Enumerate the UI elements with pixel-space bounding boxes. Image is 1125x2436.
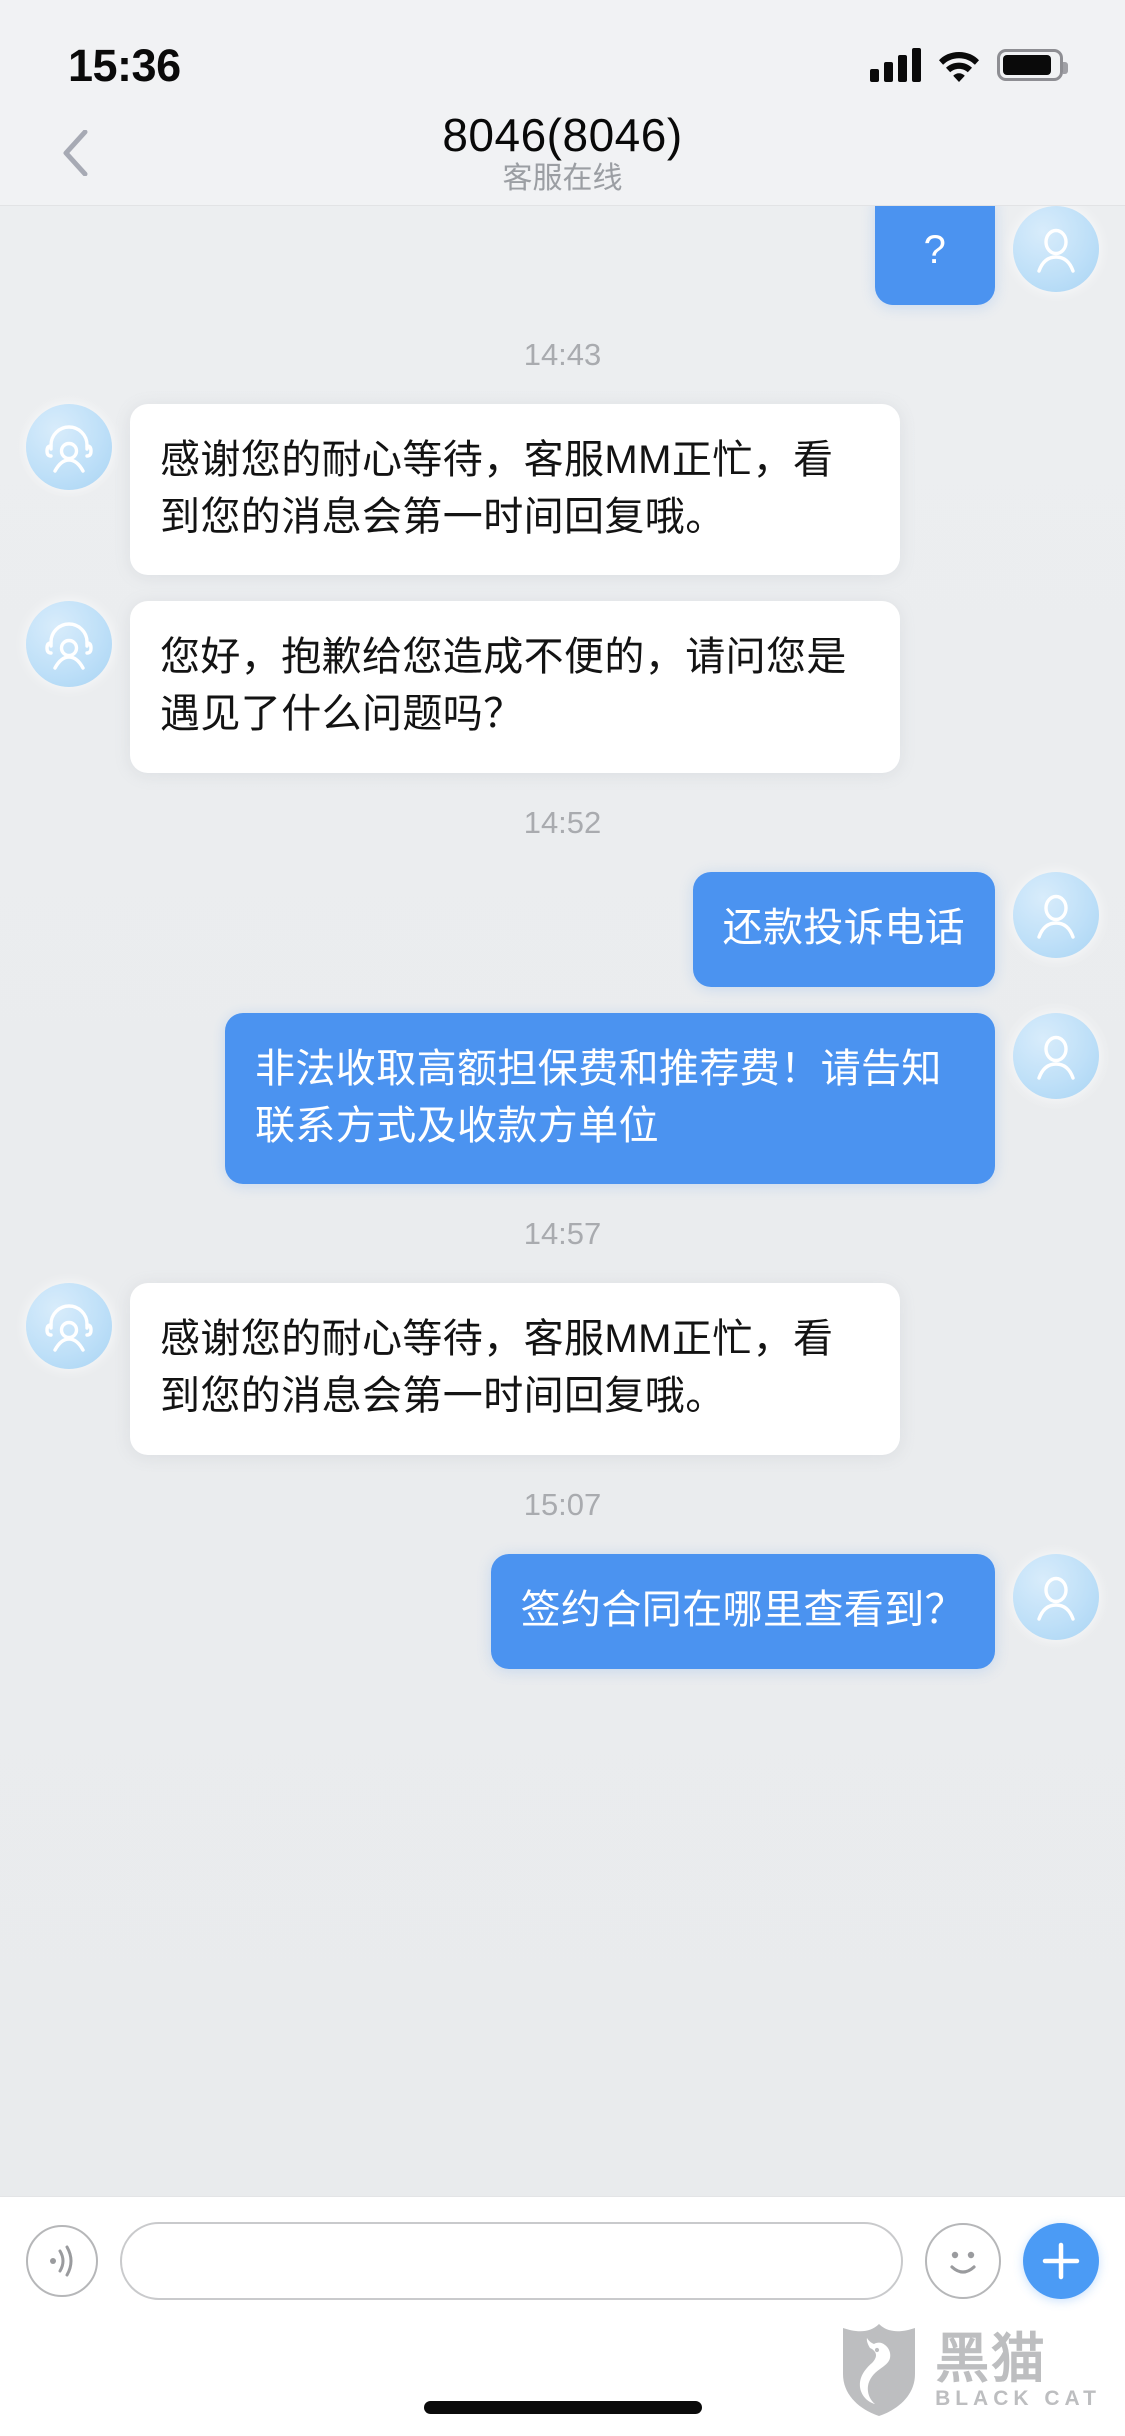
user-message-bubble[interactable]: ? [875, 206, 995, 305]
chat-message-row: 非法收取高额担保费和推荐费！请告知联系方式及收款方单位 [26, 1012, 1099, 1185]
battery-icon [997, 49, 1068, 81]
phone-screen: 15:36 8046(8046) 客服在线 ? 14:43 感谢您的耐心等待，客服M… [0, 0, 1125, 2436]
black-cat-shield-logo [843, 2324, 916, 2416]
agent-message-bubble[interactable]: 您好，抱歉给您造成不便的，请问您是遇见了什么问题吗？ [130, 601, 900, 773]
cellular-signal-icon [870, 48, 921, 82]
message-timestamp: 14:52 [523, 804, 602, 840]
headset-icon [45, 425, 93, 473]
chat-message-list[interactable]: ? 14:43 感谢您的耐心等待，客服MM正忙，看到您的消息会第一时间回复哦。 您好，… [0, 206, 1125, 2196]
user-message-bubble[interactable]: 非法收取高额担保费和推荐费！请告知联系方式及收款方单位 [225, 1012, 995, 1185]
plus-icon [1042, 2242, 1080, 2279]
message-timestamp: 14:57 [523, 1216, 602, 1252]
chat-message-row: 您好，抱歉给您造成不便的，请问您是遇见了什么问题吗？ [26, 601, 1099, 773]
add-attachment-button[interactable] [1023, 2222, 1099, 2299]
voice-wave-icon [50, 2245, 73, 2276]
agent-avatar[interactable] [26, 601, 112, 688]
user-avatar[interactable] [1013, 206, 1099, 292]
person-icon [1037, 228, 1075, 273]
user-avatar[interactable] [1013, 1012, 1099, 1099]
watermark-name-cn: 黑猫 [935, 2328, 1048, 2389]
chevron-left-icon [63, 129, 88, 176]
watermark-text: 黑猫 BLACK CAT [935, 2332, 1101, 2409]
user-message-bubble[interactable]: 签约合同在哪里查看到？ [490, 1553, 995, 1669]
agent-avatar[interactable] [26, 403, 112, 490]
home-indicator-area: 黑猫 BLACK CAT [0, 2324, 1125, 2436]
emoji-button[interactable] [925, 2222, 1001, 2299]
page-title: 8046(8046) [442, 108, 683, 161]
person-icon [1037, 1576, 1075, 1621]
nav-title-group: 8046(8046) 客服在线 [442, 108, 683, 195]
home-indicator[interactable] [423, 2401, 702, 2414]
chat-message-row: ? [26, 206, 1099, 305]
chat-message-row: 还款投诉电话 [26, 871, 1099, 987]
user-avatar[interactable] [1013, 1553, 1099, 1640]
status-bar: 15:36 [0, 0, 1125, 100]
message-timestamp: 14:43 [523, 336, 602, 372]
headset-icon [45, 1304, 93, 1353]
nav-header: 8046(8046) 客服在线 [0, 100, 1125, 206]
agent-avatar[interactable] [26, 1283, 112, 1370]
voice-input-button[interactable] [26, 2224, 98, 2297]
person-icon [1037, 894, 1075, 939]
wifi-icon [939, 52, 979, 82]
message-input[interactable] [120, 2221, 903, 2300]
watermark: 黑猫 BLACK CAT [837, 2322, 1101, 2418]
agent-status-text: 客服在线 [502, 161, 623, 195]
status-bar-indicators [870, 48, 1068, 82]
person-icon [1037, 1035, 1075, 1080]
user-message-bubble[interactable]: 还款投诉电话 [692, 871, 995, 987]
agent-message-bubble[interactable]: 感谢您的耐心等待，客服MM正忙，看到您的消息会第一时间回复哦。 [130, 403, 900, 576]
agent-message-bubble[interactable]: 感谢您的耐心等待，客服MM正忙，看到您的消息会第一时间回复哦。 [130, 1283, 900, 1455]
status-bar-clock: 15:36 [68, 39, 181, 91]
chat-message-row: 签约合同在哪里查看到？ [26, 1553, 1099, 1669]
smiley-face-icon [950, 2251, 976, 2274]
chat-message-row: 感谢您的耐心等待，客服MM正忙，看到您的消息会第一时间回复哦。 [26, 1283, 1099, 1455]
message-input-bar [0, 2196, 1125, 2324]
headset-icon [45, 622, 93, 671]
message-timestamp: 15:07 [523, 1486, 602, 1522]
back-button[interactable] [30, 100, 120, 205]
chat-message-row: 感谢您的耐心等待，客服MM正忙，看到您的消息会第一时间回复哦。 [26, 403, 1099, 576]
user-avatar[interactable] [1013, 871, 1099, 958]
watermark-name-en: BLACK CAT [935, 2386, 1101, 2410]
